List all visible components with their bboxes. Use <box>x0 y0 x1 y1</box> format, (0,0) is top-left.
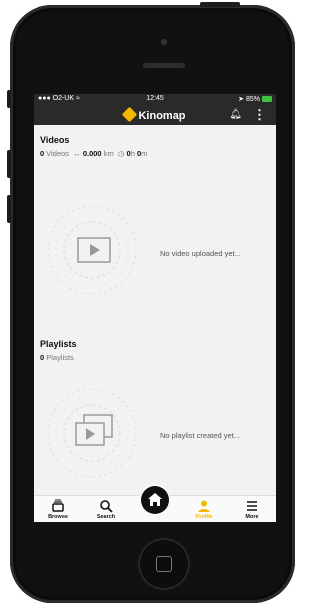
tray-icon <box>52 499 64 512</box>
tab-search[interactable]: Search <box>82 496 130 522</box>
mute-switch <box>7 90 11 108</box>
videos-empty-message: No video uploaded yet... <box>160 249 241 258</box>
home-icon <box>148 493 162 506</box>
kinomap-logo-icon <box>122 106 138 123</box>
playlists-title: Playlists <box>40 339 77 349</box>
battery-icon <box>262 96 272 102</box>
tab-browse-label: Browse <box>48 514 68 520</box>
tab-profile[interactable]: Profile <box>180 496 228 522</box>
more-options-icon[interactable]: ⋮ <box>253 107 266 123</box>
playlist-placeholder-illustration <box>47 388 137 478</box>
playlists-section: Playlists 0 Playlists No playlist create… <box>34 323 276 493</box>
videos-section: Videos 0 Videos ↔ 0.000 km ◷ 0h 0m No vi… <box>34 125 276 323</box>
tab-home[interactable] <box>141 486 169 514</box>
video-placeholder-illustration <box>47 205 137 295</box>
user-icon <box>198 500 210 512</box>
battery-status: ➤ 85% <box>238 95 272 103</box>
home-button[interactable] <box>140 540 188 588</box>
volume-up-button <box>7 150 11 178</box>
tab-search-label: Search <box>96 514 116 520</box>
volume-down-button <box>7 195 11 223</box>
location-icon: ➤ <box>238 96 245 103</box>
bottom-tab-bar: Browse Search Profile More <box>34 486 276 522</box>
power-button <box>200 2 240 7</box>
playlists-empty-message: No playlist created yet... <box>160 431 241 440</box>
earpiece-speaker <box>143 63 185 68</box>
menu-icon <box>247 501 257 511</box>
app-header: Kinomap 🔔︎ ⋮ <box>34 105 276 125</box>
videos-title: Videos <box>40 135 70 145</box>
tab-browse[interactable]: Browse <box>34 496 82 522</box>
tab-more-label: More <box>245 514 259 520</box>
tab-profile-label: Profile <box>195 514 213 520</box>
status-bar: ●●● O2-UK ≈ 12:45 ➤ 85% <box>34 94 276 105</box>
playlists-stats: 0 Playlists <box>40 353 74 362</box>
front-camera <box>161 39 167 45</box>
app-screen: ●●● O2-UK ≈ 12:45 ➤ 85% Kinomap 🔔︎ ⋮ Vid… <box>34 94 276 522</box>
videos-stats: 0 Videos ↔ 0.000 km ◷ 0h 0m <box>40 149 148 158</box>
tab-more[interactable]: More <box>228 496 276 522</box>
distance-icon: ↔ <box>73 149 81 158</box>
notifications-bell-icon[interactable]: 🔔︎ <box>229 109 242 120</box>
search-icon <box>100 500 113 513</box>
clock-icon: ◷ <box>117 149 125 158</box>
